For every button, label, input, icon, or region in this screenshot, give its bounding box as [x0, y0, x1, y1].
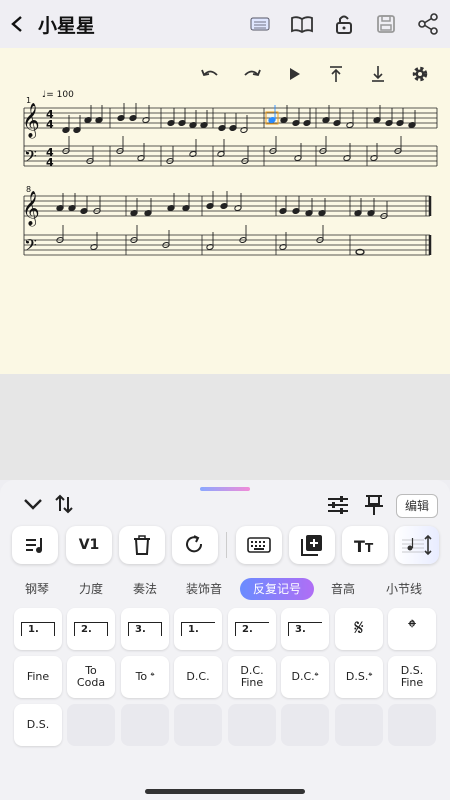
chevron-left-icon — [11, 16, 22, 32]
svg-text:4: 4 — [46, 156, 54, 169]
volta-3-closed[interactable]: 3. — [121, 608, 169, 650]
segno-icon[interactable]: 𝄋 — [335, 608, 383, 650]
volta-1-open[interactable]: 1. — [174, 608, 222, 650]
system-1: 1 𝄞 𝄢 44 44 — [22, 96, 438, 170]
svg-text:T: T — [354, 537, 365, 554]
ds-coda-button[interactable]: D.S.𝄌 — [335, 656, 383, 698]
note-input-button[interactable] — [12, 526, 58, 564]
empty-slot — [174, 704, 222, 746]
trash-icon — [134, 535, 150, 555]
share-icon[interactable] — [414, 10, 442, 38]
svg-text:𝄞: 𝄞 — [22, 191, 40, 227]
refresh-icon — [186, 535, 203, 553]
keyboard-button[interactable] — [236, 526, 282, 564]
pin-icon[interactable] — [364, 494, 384, 520]
swap-updown-icon[interactable] — [54, 494, 74, 518]
home-indicator — [145, 789, 305, 794]
note-list-icon — [26, 538, 42, 553]
to-coda-text-button[interactable]: To Coda — [67, 656, 115, 698]
volta-3-open[interactable]: 3. — [281, 608, 329, 650]
delete-button[interactable] — [119, 526, 165, 564]
empty-slot — [67, 704, 115, 746]
volta-2-open[interactable]: 2. — [228, 608, 276, 650]
ds-fine-button[interactable]: D.S. Fine — [388, 656, 436, 698]
collapse-chevron-icon[interactable] — [22, 496, 44, 515]
svg-text:𝄢: 𝄢 — [24, 235, 37, 259]
tab-dynamics[interactable]: 力度 — [68, 578, 114, 600]
back-button[interactable] — [0, 0, 34, 48]
save-icon[interactable] — [372, 10, 400, 38]
text-size-icon: TT — [354, 537, 374, 554]
to-coda-symbol-button[interactable]: To 𝄌 — [121, 656, 169, 698]
svg-text:T: T — [365, 541, 374, 554]
category-tabs: 钢琴 力度 奏法 装饰音 反复记号 音高 小节线 — [0, 572, 450, 604]
treble-clef-icon: 𝄞 — [22, 103, 40, 139]
music-staff: 1 𝄞 𝄢 44 44 8 𝄞 𝄢 — [22, 96, 438, 259]
svg-text:4: 4 — [46, 118, 54, 131]
dc-fine-button[interactable]: D.C. Fine — [228, 656, 276, 698]
edit-button[interactable]: 编辑 — [395, 494, 438, 518]
empty-slot — [281, 704, 329, 746]
notation-pitch-icon — [402, 534, 432, 556]
rotate-button[interactable] — [172, 526, 218, 564]
page-title: 小星星 — [38, 14, 96, 37]
tab-piano[interactable]: 钢琴 — [14, 578, 60, 600]
notation-button[interactable] — [395, 526, 439, 564]
system-2: 8 𝄞 𝄢 — [22, 185, 432, 259]
tab-articulation[interactable]: 奏法 — [122, 578, 168, 600]
empty-slot — [228, 704, 276, 746]
tab-repeats[interactable]: 反复记号 — [240, 578, 314, 600]
keyboard-icon — [247, 537, 271, 553]
fine-button[interactable]: Fine — [14, 656, 62, 698]
score-canvas[interactable]: ♩= 100 1 𝄞 𝄢 44 44 8 𝄞 𝄢 — [0, 48, 450, 374]
ds-button[interactable]: D.S. — [14, 704, 62, 746]
bass-clef-icon: 𝄢 — [24, 146, 37, 170]
volta-2-closed[interactable]: 2. — [67, 608, 115, 650]
dc-coda-button[interactable]: D.C.𝄌 — [281, 656, 329, 698]
add-measure-button[interactable] — [289, 526, 335, 564]
add-layer-icon — [301, 535, 322, 556]
panel-grab-handle[interactable] — [200, 487, 250, 491]
text-button[interactable]: TT — [342, 526, 388, 564]
coda-icon[interactable]: 𝄌 — [388, 608, 436, 650]
score-view-icon[interactable] — [246, 10, 274, 38]
canvas-padding — [0, 374, 450, 480]
symbol-panel: 编辑 V1 TT 钢琴 力度 奏法 装饰音 反复记号 音高 小节线 1. 2. … — [0, 480, 450, 800]
empty-slot — [121, 704, 169, 746]
tab-barlines[interactable]: 小节线 — [376, 578, 432, 600]
dc-button[interactable]: D.C. — [174, 656, 222, 698]
empty-slot — [335, 704, 383, 746]
app-header: 小星星 — [0, 0, 450, 48]
volta-1-closed[interactable]: 1. — [14, 608, 62, 650]
sliders-icon[interactable] — [326, 494, 350, 520]
tab-ornaments[interactable]: 装饰音 — [176, 578, 232, 600]
empty-slot — [388, 704, 436, 746]
lock-icon[interactable] — [330, 10, 358, 38]
voice-button[interactable]: V1 — [66, 526, 112, 564]
book-icon[interactable] — [288, 10, 316, 38]
tab-pitch[interactable]: 音高 — [322, 578, 364, 600]
